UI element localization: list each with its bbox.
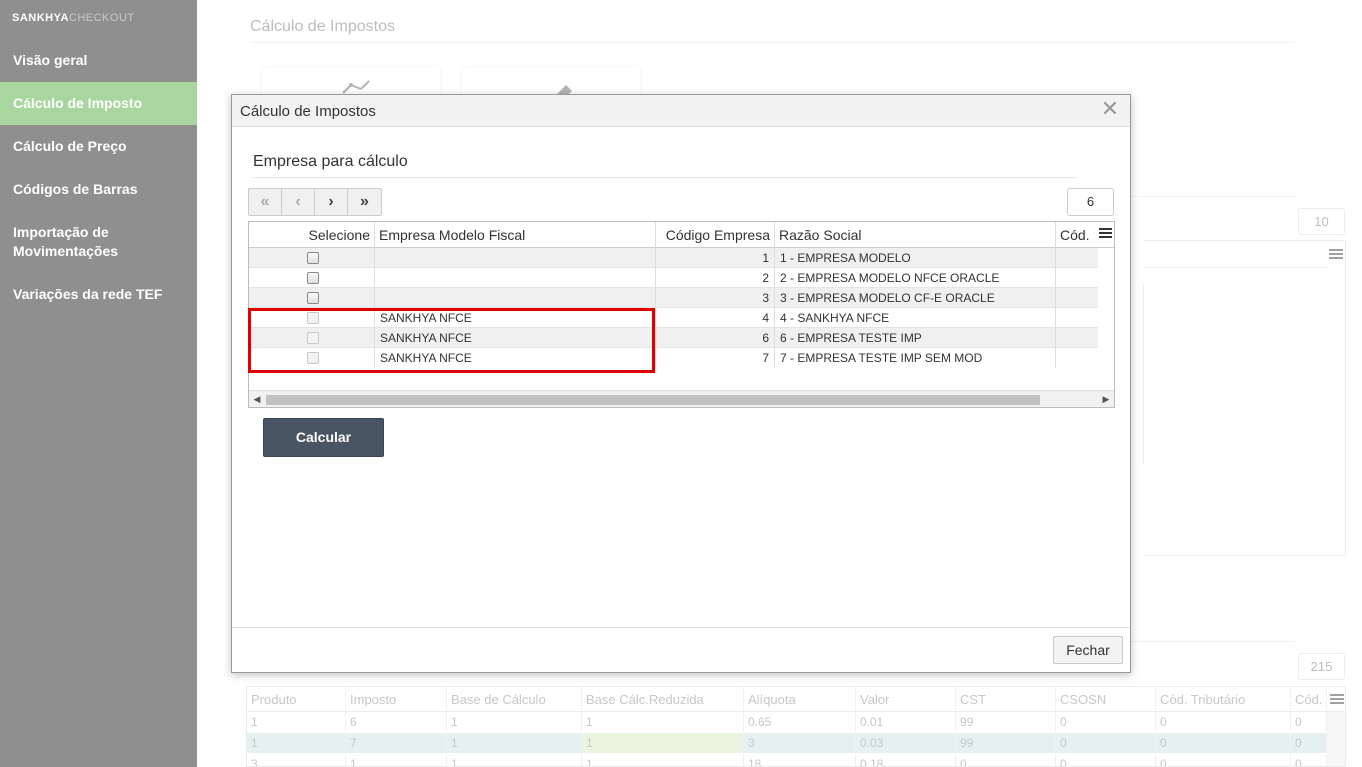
column-header-empresa-modelo-fiscal[interactable]: Empresa Modelo Fiscal [375,222,656,248]
cell-cod [1056,328,1098,348]
row-checkbox[interactable] [307,272,319,284]
cell-codigo-empresa: 6 [656,328,775,348]
sidebar: SANKHYACHECKOUT Visão geral Cálculo de I… [0,0,197,767]
dialog-header: Cálculo de Impostos ✕ [232,95,1130,127]
close-button[interactable]: Fechar [1053,636,1123,664]
nav-item-variacoes-tef[interactable]: Variações da rede TEF [0,285,197,304]
cell-razao-social: 1 - EMPRESA MODELO [775,248,1056,268]
column-header-cod[interactable]: Cód. [1056,222,1098,248]
row-checkbox[interactable] [307,292,319,304]
first-page-button[interactable]: « [249,189,282,215]
cell-empresa-modelo-fiscal [375,288,656,308]
calculate-button[interactable]: Calcular [263,418,384,457]
column-menu-icon[interactable] [1099,228,1112,240]
scroll-left-icon[interactable]: ◀ [249,391,265,407]
cell-codigo-empresa: 3 [656,288,775,308]
nav-item-importacao-movimentacoes[interactable]: Importação de Movimentações [0,223,150,261]
column-header-selecione[interactable]: Selecione [249,222,375,248]
logo-brand: SANKHYA [12,12,69,24]
grid-header-row: Selecione Empresa Modelo Fiscal Código E… [249,222,1114,248]
cell-selecione [249,288,375,308]
cell-razao-social: 6 - EMPRESA TESTE IMP [775,328,1056,348]
section-title: Empresa para cálculo [253,153,408,170]
row-checkbox[interactable] [307,252,319,264]
dialog-title: Cálculo de Impostos [240,103,376,120]
cell-cod [1056,308,1098,328]
nav-item-label: Variações da rede TEF [13,286,163,302]
cell-cod [1056,248,1098,268]
nav-item-label: Cálculo de Preço [13,138,127,154]
last-page-button[interactable]: » [348,189,381,215]
section-divider [253,177,1077,178]
next-page-button[interactable]: › [315,189,348,215]
highlight-annotation [248,308,655,373]
nav-item-codigos-barras[interactable]: Códigos de Barras [0,180,197,199]
cell-razao-social: 2 - EMPRESA MODELO NFCE ORACLE [775,268,1056,288]
footer-divider [232,627,1130,628]
nav-item-calculo-preco[interactable]: Cálculo de Preço [0,137,197,156]
pagination-toolbar: « ‹ › » [248,188,382,216]
cell-razao-social: 7 - EMPRESA TESTE IMP SEM MOD [775,348,1056,368]
cell-cod [1056,288,1098,308]
table-row[interactable]: 1 1 - EMPRESA MODELO [249,248,1098,268]
close-icon[interactable]: ✕ [1100,98,1120,120]
table-row[interactable]: 3 3 - EMPRESA MODELO CF-E ORACLE [249,288,1098,308]
previous-page-button[interactable]: ‹ [282,189,315,215]
column-header-razao-social[interactable]: Razão Social [775,222,1056,248]
scrollbar-thumb[interactable] [266,395,1040,405]
nav-item-label: Cálculo de Imposto [13,95,143,111]
cell-codigo-empresa: 4 [656,308,775,328]
cell-codigo-empresa: 1 [656,248,775,268]
logo-product: CHECKOUT [68,12,135,24]
nav-item-visao-geral[interactable]: Visão geral [0,51,197,70]
record-count: 6 [1067,188,1114,216]
nav-item-label: Códigos de Barras [13,181,138,197]
tax-calculation-dialog: Cálculo de Impostos ✕ Empresa para cálcu… [231,94,1131,673]
scroll-right-icon[interactable]: ▶ [1098,391,1114,407]
cell-cod [1056,348,1098,368]
cell-codigo-empresa: 7 [656,348,775,368]
table-row[interactable]: 2 2 - EMPRESA MODELO NFCE ORACLE [249,268,1098,288]
cell-selecione [249,268,375,288]
horizontal-scrollbar[interactable]: ◀ ▶ [249,390,1114,407]
cell-razao-social: 4 - SANKHYA NFCE [775,308,1056,328]
nav-item-calculo-imposto[interactable]: Cálculo de Imposto [0,82,197,125]
nav-item-label: Visão geral [13,52,88,68]
cell-razao-social: 3 - EMPRESA MODELO CF-E ORACLE [775,288,1056,308]
cell-selecione [249,248,375,268]
cell-cod [1056,268,1098,288]
app-logo: SANKHYACHECKOUT [12,12,135,24]
cell-codigo-empresa: 2 [656,268,775,288]
nav-item-label: Importação de Movimentações [13,224,119,259]
cell-empresa-modelo-fiscal [375,248,656,268]
column-header-codigo-empresa[interactable]: Código Empresa [656,222,775,248]
cell-empresa-modelo-fiscal [375,268,656,288]
